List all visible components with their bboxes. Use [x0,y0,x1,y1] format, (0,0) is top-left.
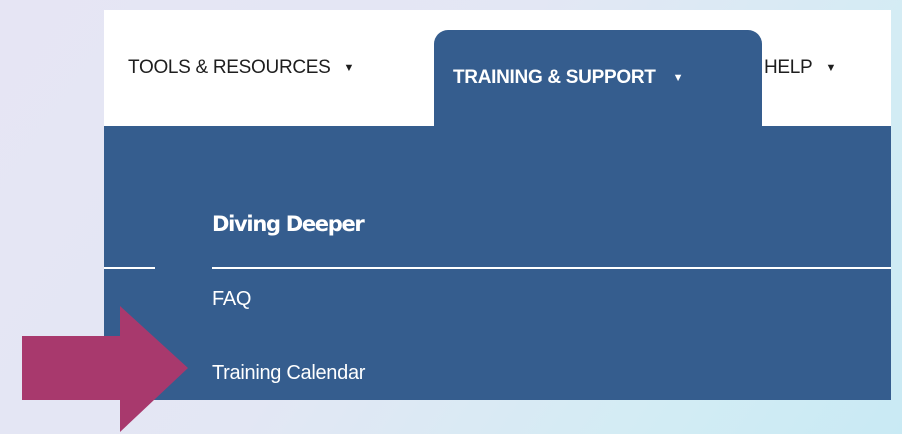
pointer-arrow-icon [22,306,188,432]
nav-item-training-support[interactable]: TRAINING & SUPPORT ▼ [434,30,762,126]
nav-item-label: TRAINING & SUPPORT [453,67,656,88]
section-heading: Diving Deeper [212,212,365,236]
arrow-shape [22,306,188,432]
menu-link-training-calendar[interactable]: Training Calendar [212,362,365,385]
divider [104,267,155,269]
training-support-dropdown: Diving Deeper FAQ Training Calendar [104,126,891,400]
navigation-menu: TOOLS & RESOURCES ▼ TRAINING & SUPPORT ▼… [104,0,891,400]
divider [212,267,891,269]
chevron-down-icon: ▼ [343,62,355,74]
chevron-down-icon: ▼ [825,62,837,74]
menu-link-faq[interactable]: FAQ [212,288,251,311]
nav-item-label: HELP [764,57,813,78]
nav-item-label: TOOLS & RESOURCES [128,57,331,78]
nav-item-tools-resources[interactable]: TOOLS & RESOURCES ▼ [128,10,354,126]
chevron-down-icon: ▼ [672,72,684,84]
nav-item-help[interactable]: HELP ▼ [764,10,836,126]
